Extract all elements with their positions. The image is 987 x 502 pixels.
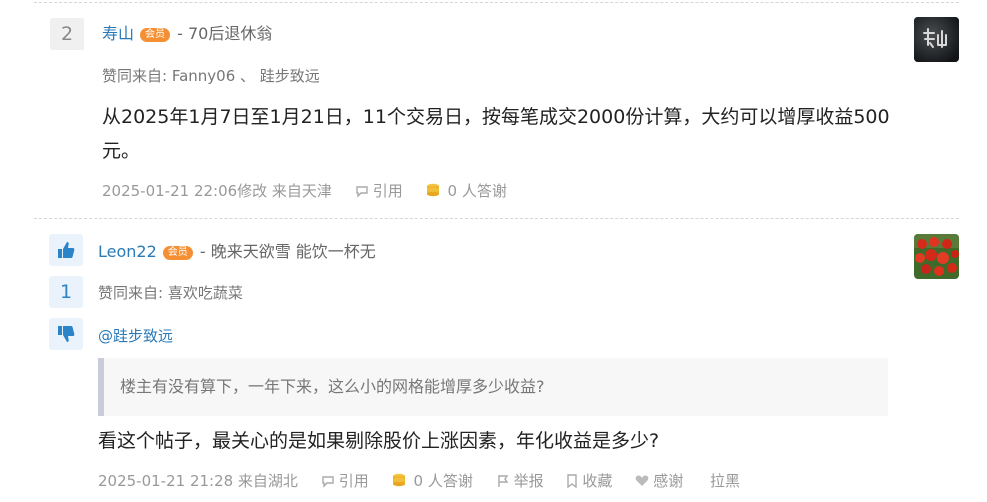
thanks-count[interactable]: 0 人答谢 [414,470,473,491]
avatar-image [914,234,959,279]
mention-link[interactable]: @跬步致远 [98,325,173,346]
liked-from: 赞同来自: Fanny06 、 跬步致远 [102,67,320,85]
avatar-image [914,17,959,62]
author-line: Leon22 会员 - 晚来天欲雪 能饮一杯无 [98,238,376,262]
thumbs-down-icon [58,326,75,342]
quote-link[interactable]: 引用 [339,470,369,491]
avatar[interactable] [914,234,959,279]
floor-number: 2 [50,18,84,50]
favorite-link[interactable]: 收藏 [582,470,612,491]
post-timestamp: 2025-01-21 21:28 来自湖北 [98,472,298,490]
vote-down-button[interactable] [49,318,83,350]
author-link[interactable]: 寿山 [102,24,134,43]
author-signature: - 70后退休翁 [177,24,273,43]
avatar[interactable] [914,17,959,62]
vote-count: 1 [49,276,83,308]
author-signature: - 晚来天欲雪 能饮一杯无 [199,242,376,261]
post-content: 从2025年1月7日至1月21日，11个交易日，按每笔成交2000份计算，大约可… [102,106,890,162]
member-badge: 会员 [162,246,193,260]
thanks-count[interactable]: 0 人答谢 [448,180,507,201]
report-link[interactable]: 举报 [514,470,544,491]
post-item: 2 寿山 会员 - 70后退休翁 赞同来自: Fanny06 、 跬步致远 从20… [0,0,987,218]
quote-icon[interactable] [355,184,369,198]
thank-link[interactable]: 感谢 [653,470,683,491]
vote-up-button[interactable] [49,234,83,266]
heart-icon[interactable] [635,474,649,487]
member-badge: 会员 [140,28,171,42]
post-meta: 2025-01-21 21:28 来自湖北 引用 0 人答谢 举报 收藏 感谢 … [98,470,740,491]
coins-icon [426,182,444,200]
quoted-text: 楼主有没有算下，一年下来，这么小的网格能增厚多少收益? [98,358,888,416]
bookmark-icon[interactable] [566,473,578,488]
author-line: 寿山 会员 - 70后退休翁 [102,20,272,44]
liked-from: 赞同来自: 喜欢吃蔬菜 [98,284,243,302]
quote-link[interactable]: 引用 [373,180,403,201]
post-item: 1 Leon22 会员 - 晚来天欲雪 能饮一杯无 赞同来自: 喜欢吃蔬菜 @跬步… [0,219,987,502]
post-content: 看这个帖子，最关心的是如果剔除股价上涨因素，年化收益是多少? [98,430,660,452]
post-meta: 2025-01-21 22:06修改 来自天津 引用 0 人答谢 [102,180,507,201]
author-link[interactable]: Leon22 [98,242,157,261]
flag-icon[interactable] [496,474,510,488]
post-timestamp: 2025-01-21 22:06修改 来自天津 [102,182,332,200]
block-link[interactable]: 拉黑 [710,470,740,491]
thumbs-up-icon [58,242,75,258]
quote-icon[interactable] [321,474,335,488]
coins-icon [392,472,410,490]
